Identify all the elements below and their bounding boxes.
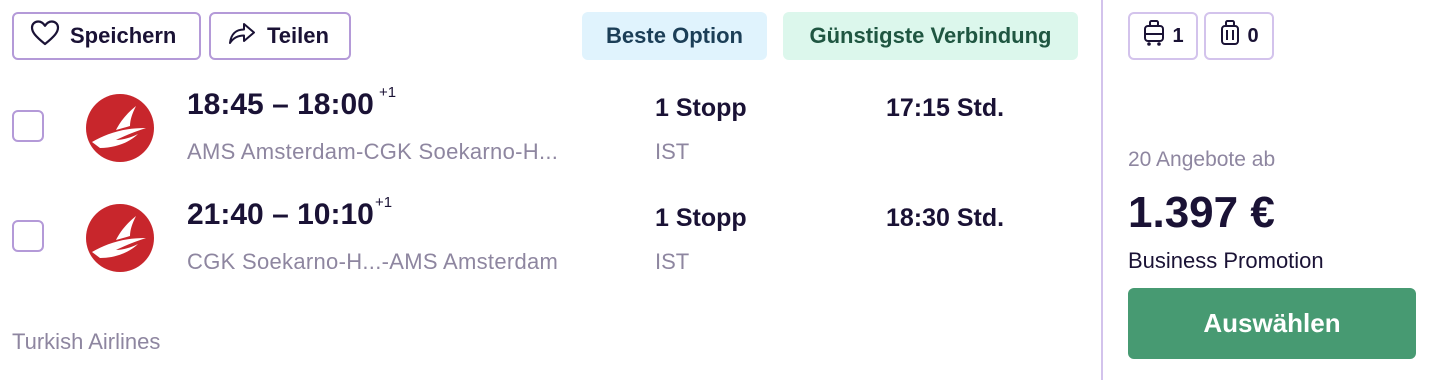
checked-bag-icon [1219, 19, 1241, 53]
cabin-bag-icon [1142, 19, 1166, 53]
flight-leg-outbound: 18:45 – 18:00 +1 AMS Amsterdam-CGK Soeka… [0, 80, 1095, 170]
heart-icon [30, 19, 60, 53]
arrival-time: 18:00 [297, 88, 374, 121]
stopover-airport: IST [655, 139, 690, 164]
day-offset: +1 [375, 194, 393, 211]
checked-bag-badge: 0 [1204, 12, 1274, 60]
price: 1.397 € [1128, 188, 1275, 237]
card-divider [1101, 0, 1103, 380]
time-separator: – [272, 198, 289, 231]
fare-name: Business Promotion [1128, 248, 1324, 273]
leg-checkbox[interactable] [12, 220, 44, 252]
best-option-badge: Beste Option [582, 12, 767, 60]
leg-checkbox[interactable] [12, 110, 44, 142]
departure-time: 21:40 [187, 198, 264, 231]
checked-bag-count: 0 [1247, 24, 1259, 47]
cabin-bag-badge: 1 [1128, 12, 1198, 60]
cheapest-connection-badge: Günstigste Verbindung [783, 12, 1078, 60]
share-label: Teilen [267, 23, 329, 48]
turkish-airlines-logo [86, 204, 154, 272]
airline-name: Turkish Airlines [12, 329, 161, 354]
flight-times: 21:40 – 10:10 [187, 198, 374, 232]
flight-result-card[interactable]: Speichern Teilen Beste Option Günstigste… [0, 0, 1430, 380]
cabin-bag-count: 1 [1172, 24, 1184, 47]
day-offset: +1 [379, 84, 397, 101]
departure-time: 18:45 [187, 88, 264, 121]
stops-count: 1 Stopp [655, 204, 747, 232]
share-button[interactable]: Teilen [209, 12, 351, 60]
flight-leg-return: 21:40 – 10:10 +1 CGK Soekarno-H...-AMS A… [0, 190, 1095, 280]
offers-count: 20 Angebote ab [1128, 148, 1276, 171]
select-button[interactable]: Auswählen [1128, 288, 1416, 359]
flight-duration: 17:15 Std. [886, 94, 1005, 122]
save-label: Speichern [70, 23, 177, 48]
share-arrow-icon [227, 20, 257, 52]
route-text: AMS Amsterdam-CGK Soekarno-H... [187, 139, 559, 164]
stopover-airport: IST [655, 249, 690, 274]
save-button[interactable]: Speichern [12, 12, 201, 60]
arrival-time: 10:10 [297, 198, 374, 231]
flight-duration: 18:30 Std. [886, 204, 1005, 232]
turkish-airlines-logo [86, 94, 154, 162]
time-separator: – [272, 88, 289, 121]
flight-times: 18:45 – 18:00 [187, 88, 374, 122]
stops-count: 1 Stopp [655, 94, 747, 122]
route-text: CGK Soekarno-H...-AMS Amsterdam [187, 249, 559, 274]
